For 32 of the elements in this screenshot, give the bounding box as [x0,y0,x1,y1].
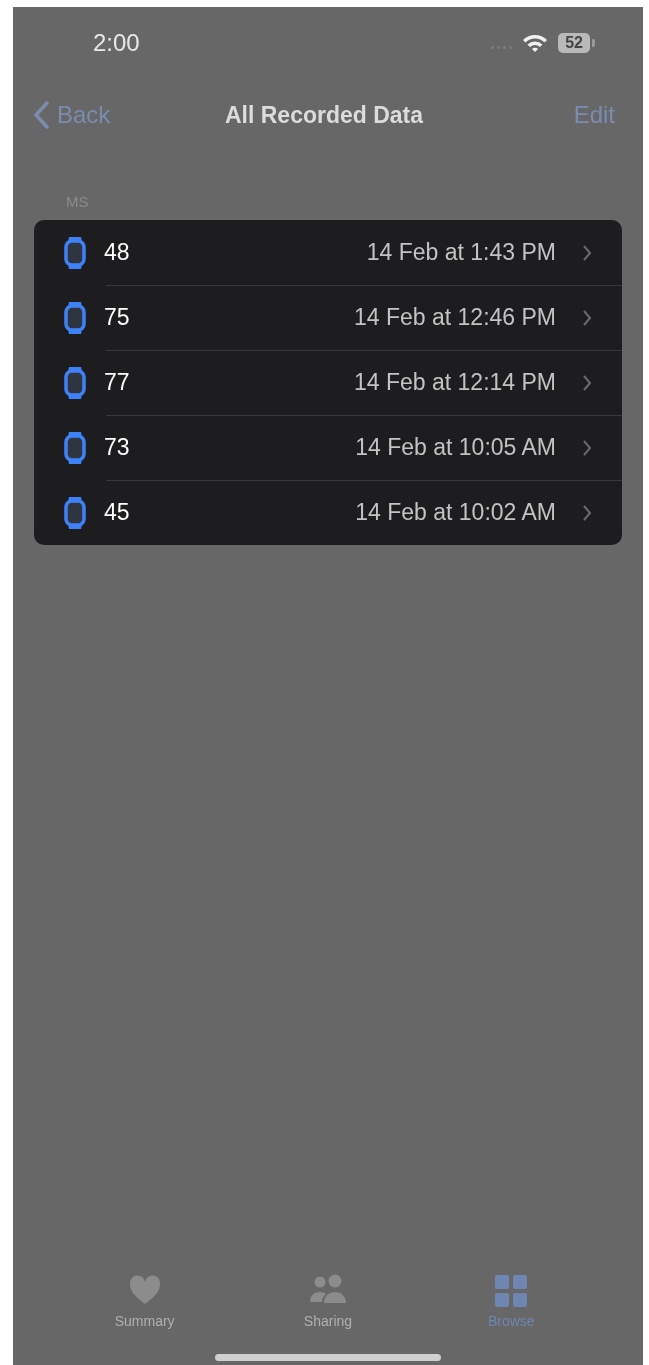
record-row[interactable]: 77 14 Feb at 12:14 PM [34,350,622,415]
chevron-right-icon [582,308,592,327]
record-row[interactable]: 75 14 Feb at 12:46 PM [34,285,622,350]
chevron-right-icon [582,503,592,522]
watch-icon [64,235,86,270]
record-value: 48 [104,239,131,266]
watch-icon [64,300,86,335]
watch-icon [64,430,86,465]
grid-icon [494,1274,529,1308]
record-date: 14 Feb at 1:43 PM [366,239,556,266]
watch-icon [64,365,86,400]
chevron-left-icon [33,101,49,129]
screen-title: All Recorded Data [224,101,424,129]
record-value: 73 [104,434,131,461]
watch-icon [64,495,86,530]
record-row[interactable]: 48 14 Feb at 1:43 PM [34,220,622,285]
chevron-right-icon [582,243,592,262]
record-date: 14 Feb at 12:46 PM [354,304,556,331]
battery-cap [592,39,595,47]
battery-level: 52 [558,33,590,53]
record-date: 14 Feb at 10:02 AM [355,499,556,526]
record-row[interactable]: 73 14 Feb at 10:05 AM [34,415,622,480]
wifi-icon [522,33,549,53]
status-time: 2:00 [93,29,141,57]
record-date: 14 Feb at 12:14 PM [354,369,556,396]
record-value: 75 [104,304,131,331]
record-value: 77 [104,369,131,396]
chevron-right-icon [582,438,592,457]
chevron-right-icon [582,373,592,392]
record-row[interactable]: 45 14 Feb at 10:02 AM [34,480,622,545]
record-date: 14 Feb at 10:05 AM [355,434,556,461]
record-value: 45 [104,499,131,526]
